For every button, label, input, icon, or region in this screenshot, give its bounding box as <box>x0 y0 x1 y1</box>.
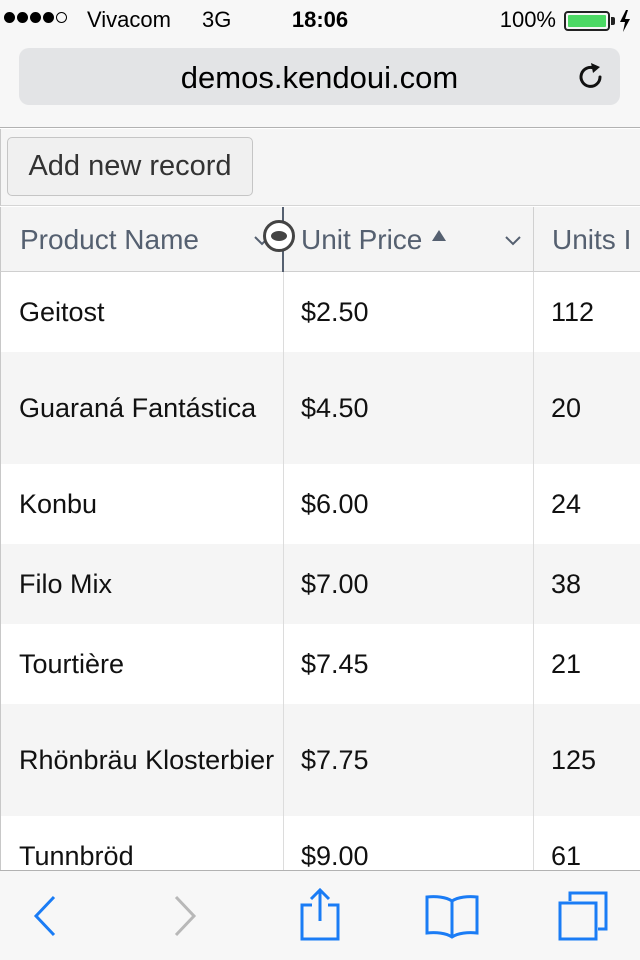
url-field[interactable]: demos.kendoui.com <box>19 48 620 105</box>
charging-bolt-icon <box>620 10 630 32</box>
product-name-cell: Konbu <box>19 489 98 519</box>
browser-address-bar: demos.kendoui.com <box>0 40 640 128</box>
units-in-stock-cell: 24 <box>551 489 582 519</box>
battery-icon <box>564 11 610 31</box>
units-in-stock-cell: 125 <box>551 745 597 775</box>
unit-price-cell: $6.00 <box>301 489 369 519</box>
grid-body: Geitost $2.50 112 Guaraná Fantástica $4.50 20… <box>0 272 640 870</box>
product-name-cell: Tunnbröd <box>19 841 134 870</box>
product-name-cell: Filo Mix <box>19 569 112 599</box>
column-header-units-in-stock[interactable]: Units I <box>552 207 640 272</box>
battery-percent: 100% <box>499 7 556 32</box>
column-divider <box>533 272 534 870</box>
back-icon[interactable] <box>30 893 58 939</box>
unit-price-cell: $7.00 <box>301 569 369 599</box>
table-row[interactable]: Filo Mix $7.00 38 <box>1 544 640 624</box>
browser-toolbar <box>0 870 640 960</box>
column-resize-handle-icon[interactable] <box>263 220 295 252</box>
share-icon[interactable] <box>298 887 342 943</box>
units-in-stock-cell: 61 <box>551 841 582 870</box>
units-in-stock-cell: 112 <box>551 297 595 327</box>
column-divider <box>533 207 534 272</box>
unit-price-cell: $7.75 <box>301 745 369 775</box>
grid-toolbar: Add new record <box>0 129 640 206</box>
tabs-icon[interactable] <box>558 891 608 941</box>
status-bar: Vivacom 3G 18:06 100% <box>0 0 640 40</box>
forward-icon[interactable] <box>172 893 200 939</box>
table-row[interactable]: Rhönbräu Klosterbier $7.75 125 <box>1 704 640 816</box>
units-in-stock-cell: 20 <box>551 393 582 423</box>
sort-ascending-icon <box>432 230 447 241</box>
table-row[interactable]: Tourtière $7.45 21 <box>1 624 640 704</box>
add-new-record-button[interactable]: Add new record <box>7 137 253 196</box>
column-header-product-name[interactable]: Product Name <box>20 207 270 272</box>
table-row[interactable]: Tunnbröd $9.00 61 <box>1 816 640 870</box>
unit-price-cell: $2.50 <box>301 297 369 327</box>
column-header-unit-price-label: Unit Price <box>301 224 423 255</box>
column-menu-chevron-down-icon[interactable] <box>504 235 522 247</box>
product-name-cell: Guaraná Fantástica <box>19 393 257 423</box>
unit-price-cell: $9.00 <box>301 841 369 870</box>
unit-price-cell: $7.45 <box>301 649 369 679</box>
product-name-cell: Rhönbräu Klosterbier <box>19 745 275 775</box>
column-header-unit-price[interactable]: Unit Price <box>301 207 531 272</box>
column-divider <box>283 272 284 870</box>
unit-price-cell: $4.50 <box>301 393 369 423</box>
reload-icon[interactable] <box>576 62 606 92</box>
product-name-cell: Geitost <box>19 297 105 327</box>
grid-header: Product Name Unit Price Units I <box>0 207 640 272</box>
table-row[interactable]: Guaraná Fantástica $4.50 20 <box>1 352 640 464</box>
table-row[interactable]: Konbu $6.00 24 <box>1 464 640 544</box>
product-name-cell: Tourtière <box>19 649 125 679</box>
table-row[interactable]: Geitost $2.50 112 <box>1 272 640 352</box>
bookmarks-icon[interactable] <box>424 893 480 939</box>
units-in-stock-cell: 21 <box>551 649 582 679</box>
units-in-stock-cell: 38 <box>551 569 582 599</box>
url-text: demos.kendoui.com <box>180 60 459 95</box>
